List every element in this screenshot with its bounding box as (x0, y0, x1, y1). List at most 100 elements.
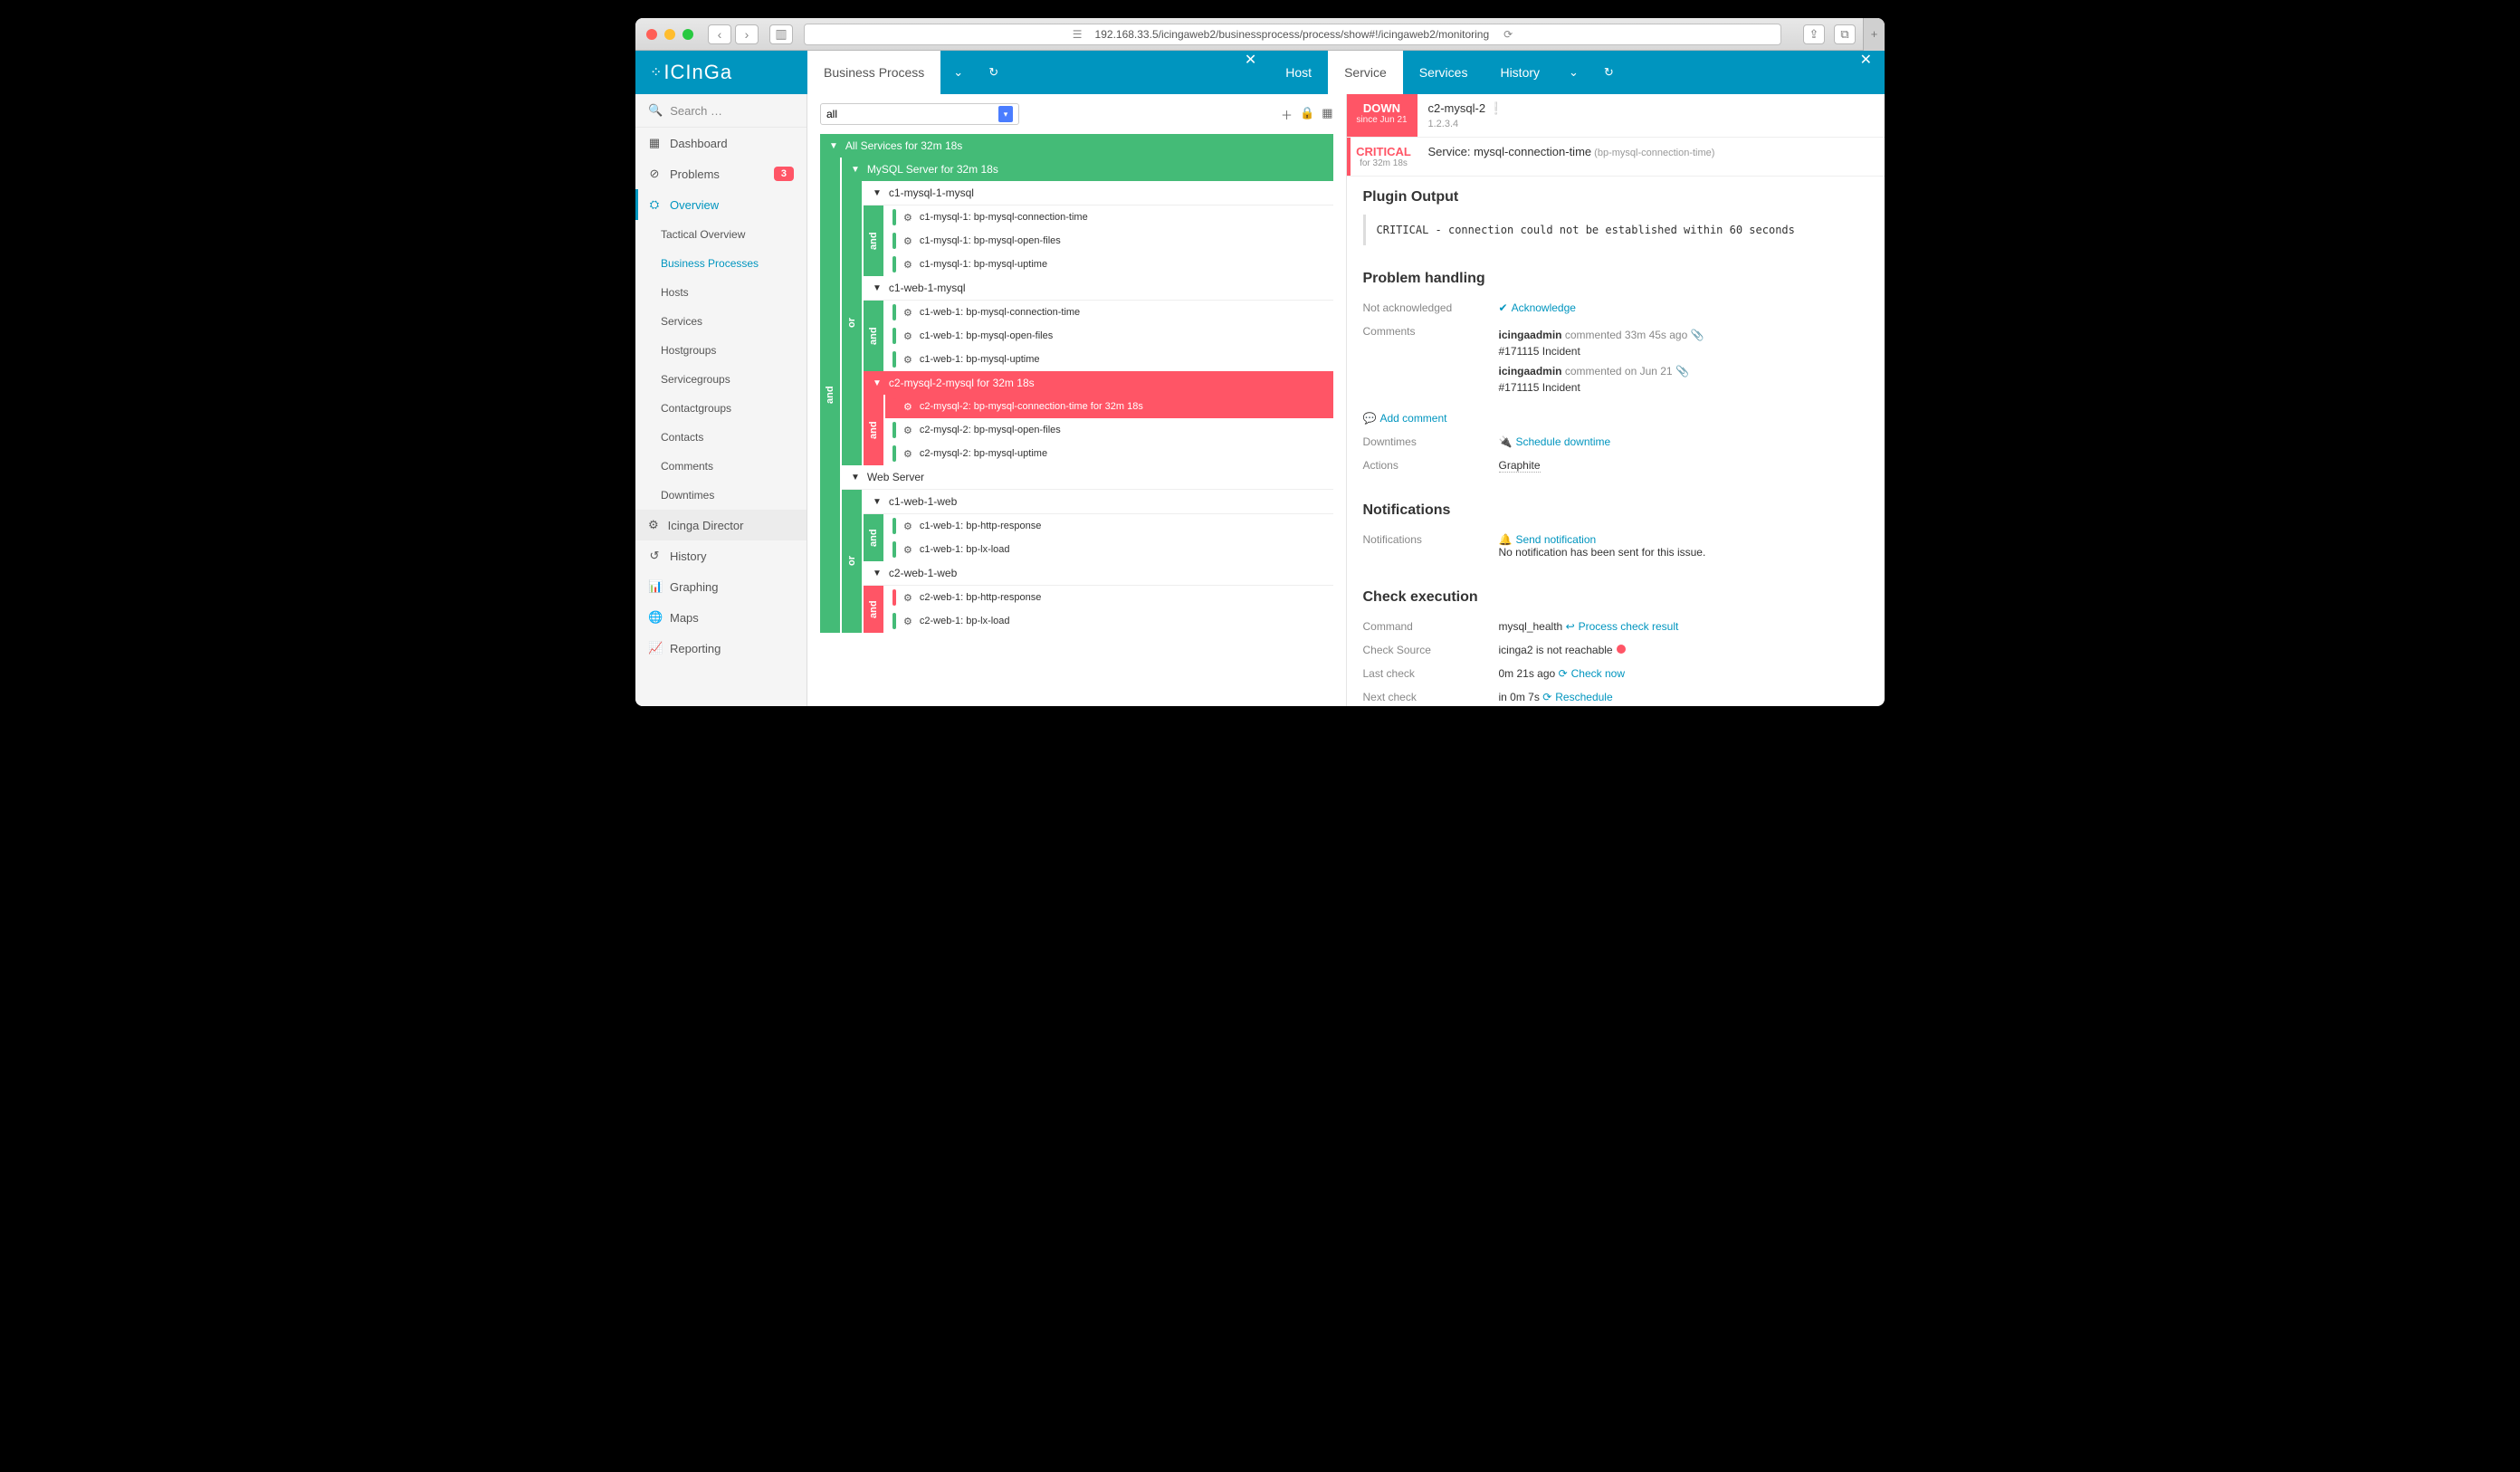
tab-service[interactable]: Service (1328, 51, 1403, 94)
sidebar-toggle-button[interactable]: ▥ (769, 24, 793, 44)
notifications-heading: Notifications (1363, 502, 1869, 519)
host-name[interactable]: c2-mysql-2 (1428, 101, 1486, 115)
business-process-panel: all ▾ ＋ 🔒 ▦ ▼All Services for 32m 18s an… (807, 94, 1347, 706)
nav-business-processes[interactable]: Business Processes (635, 249, 807, 278)
tree-leaf[interactable]: ⚙c1-web-1: bp-lx-load (885, 538, 1333, 561)
minimize-window-button[interactable] (664, 29, 675, 40)
nav-services[interactable]: Services (635, 307, 807, 336)
nav-problems[interactable]: ⊘Problems3 (635, 158, 807, 189)
check-icon: ✔ (1499, 301, 1508, 314)
tree-leaf[interactable]: ⚙c1-mysql-1: bp-mysql-connection-time (885, 206, 1333, 229)
tree-node-c1-web-1-web[interactable]: ▼c1-web-1-web (864, 490, 1333, 514)
tab-history[interactable]: History (1484, 51, 1556, 94)
comments-label: Comments (1363, 325, 1499, 338)
tree-leaf[interactable]: ⚙c1-mysql-1: bp-mysql-open-files (885, 229, 1333, 253)
nav-graphing[interactable]: 📊Graphing (635, 571, 807, 602)
gear-icon: ⚙ (903, 616, 912, 627)
check-now-link[interactable]: ⟳Check now (1559, 667, 1625, 680)
nav-hosts[interactable]: Hosts (635, 278, 807, 307)
tree-leaf[interactable]: ⚙c1-web-1: bp-mysql-uptime (885, 348, 1333, 371)
problems-badge: 3 (774, 167, 794, 181)
refresh-right-button[interactable]: ↻ (1591, 51, 1627, 94)
maximize-window-button[interactable] (682, 29, 693, 40)
back-button[interactable]: ‹ (708, 24, 731, 44)
tab-dropdown-right[interactable]: ⌄ (1556, 51, 1591, 94)
nav-icinga-director[interactable]: ⚙Icinga Director (635, 510, 807, 540)
address-bar[interactable]: ☰ 192.168.33.5/icingaweb2/businessproces… (804, 24, 1781, 45)
nav-servicegroups[interactable]: Servicegroups (635, 365, 807, 394)
operator-and: and (820, 158, 840, 633)
no-notification-text: No notification has been sent for this i… (1499, 546, 1706, 559)
acknowledge-link[interactable]: ✔Acknowledge (1499, 301, 1576, 314)
tree-node-c2-mysql-2[interactable]: ▼c2-mysql-2-mysql for 32m 18s (864, 371, 1333, 395)
close-right-column[interactable]: ✕ (1847, 51, 1885, 94)
nav-dashboard[interactable]: ▦Dashboard (635, 128, 807, 158)
status-ok-icon (892, 541, 896, 558)
overview-icon: ⛭ (648, 197, 661, 212)
downtimes-label: Downtimes (1363, 435, 1499, 448)
tree-leaf-critical[interactable]: ⚙c2-mysql-2: bp-mysql-connection-time fo… (885, 395, 1333, 418)
service-status-header: CRITICAL for 32m 18s Service: mysql-conn… (1347, 138, 1885, 177)
tree-leaf[interactable]: ⚙c1-mysql-1: bp-mysql-uptime (885, 253, 1333, 276)
nav-hostgroups[interactable]: Hostgroups (635, 336, 807, 365)
tree-node-c2-web-1-web[interactable]: ▼c2-web-1-web (864, 561, 1333, 586)
tab-host[interactable]: Host (1269, 51, 1328, 94)
history-icon: ↺ (648, 549, 661, 563)
tree-leaf[interactable]: ⚙c2-web-1: bp-http-response (885, 586, 1333, 609)
add-node-button[interactable]: ＋ (1281, 106, 1293, 123)
nav-downtimes[interactable]: Downtimes (635, 481, 807, 510)
tree-node-all-services[interactable]: ▼All Services for 32m 18s (820, 134, 1333, 158)
tab-business-process[interactable]: Business Process (807, 51, 940, 94)
tree-leaf[interactable]: ⚙c2-mysql-2: bp-mysql-open-files (885, 418, 1333, 442)
nav-overview[interactable]: ⛭Overview (635, 189, 807, 220)
close-window-button[interactable] (646, 29, 657, 40)
status-ok-icon (892, 445, 896, 462)
nav-tactical-overview[interactable]: Tactical Overview (635, 220, 807, 249)
schedule-downtime-link[interactable]: 🔌Schedule downtime (1499, 435, 1611, 448)
reload-icon[interactable]: ⟳ (1503, 28, 1513, 41)
service-status-badge: CRITICAL for 32m 18s (1347, 138, 1418, 176)
tree-leaf[interactable]: ⚙c2-mysql-2: bp-mysql-uptime (885, 442, 1333, 465)
caret-down-icon: ▼ (873, 569, 882, 578)
command-label: Command (1363, 620, 1499, 633)
forward-button[interactable]: › (735, 24, 759, 44)
nav-reporting[interactable]: 📈Reporting (635, 633, 807, 664)
tree-leaf[interactable]: ⚙c1-web-1: bp-http-response (885, 514, 1333, 538)
lock-button[interactable]: 🔒 (1300, 106, 1314, 123)
tree-node-c1-web-1-mysql[interactable]: ▼c1-web-1-mysql (864, 276, 1333, 301)
tab-services[interactable]: Services (1403, 51, 1484, 94)
nav-comments[interactable]: Comments (635, 452, 807, 481)
close-left-column[interactable]: ✕ (1232, 51, 1269, 94)
tree-node-c1-mysql-1[interactable]: ▼c1-mysql-1-mysql (864, 181, 1333, 206)
share-button[interactable]: ⇪ (1803, 24, 1825, 44)
service-detail-panel: DOWN since Jun 21 c2-mysql-2 ❕ 1.2.3.4 C… (1347, 94, 1885, 706)
search-input[interactable]: 🔍 Search … (635, 94, 807, 128)
tree-node-web-server[interactable]: ▼Web Server (842, 465, 1333, 490)
process-filter-select[interactable]: all ▾ (820, 103, 1019, 125)
tree-node-mysql-server[interactable]: ▼MySQL Server for 32m 18s (842, 158, 1333, 181)
refresh-left-button[interactable]: ↻ (976, 51, 1011, 94)
process-check-result-link[interactable]: ↩Process check result (1566, 620, 1679, 633)
host-status-badge: DOWN since Jun 21 (1347, 94, 1418, 137)
service-label: Service: mysql-connection-time (bp-mysql… (1428, 145, 1715, 158)
add-comment-link[interactable]: 💬Add comment (1363, 412, 1447, 425)
flapping-icon: ❕ (1489, 101, 1503, 115)
status-ok-icon (892, 209, 896, 225)
nav-maps[interactable]: 🌐Maps (635, 602, 807, 633)
tab-dropdown-left[interactable]: ⌄ (940, 51, 976, 94)
nav-history[interactable]: ↺History (635, 540, 807, 571)
gear-icon: ⚙ (903, 448, 912, 460)
send-notification-link[interactable]: 🔔Send notification (1499, 533, 1597, 546)
graphite-link[interactable]: Graphite (1499, 459, 1541, 473)
grid-view-button[interactable]: ▦ (1322, 106, 1332, 123)
nav-contacts[interactable]: Contacts (635, 423, 807, 452)
caret-down-icon: ▼ (873, 497, 882, 507)
tree-leaf[interactable]: ⚙c2-web-1: bp-lx-load (885, 609, 1333, 633)
operator-and: and (864, 301, 883, 371)
tabs-button[interactable]: ⧉ (1834, 24, 1856, 44)
reschedule-link[interactable]: ⟳Reschedule (1542, 691, 1612, 703)
tree-leaf[interactable]: ⚙c1-web-1: bp-mysql-open-files (885, 324, 1333, 348)
tree-leaf[interactable]: ⚙c1-web-1: bp-mysql-connection-time (885, 301, 1333, 324)
new-tab-button[interactable]: + (1863, 18, 1885, 51)
nav-contactgroups[interactable]: Contactgroups (635, 394, 807, 423)
